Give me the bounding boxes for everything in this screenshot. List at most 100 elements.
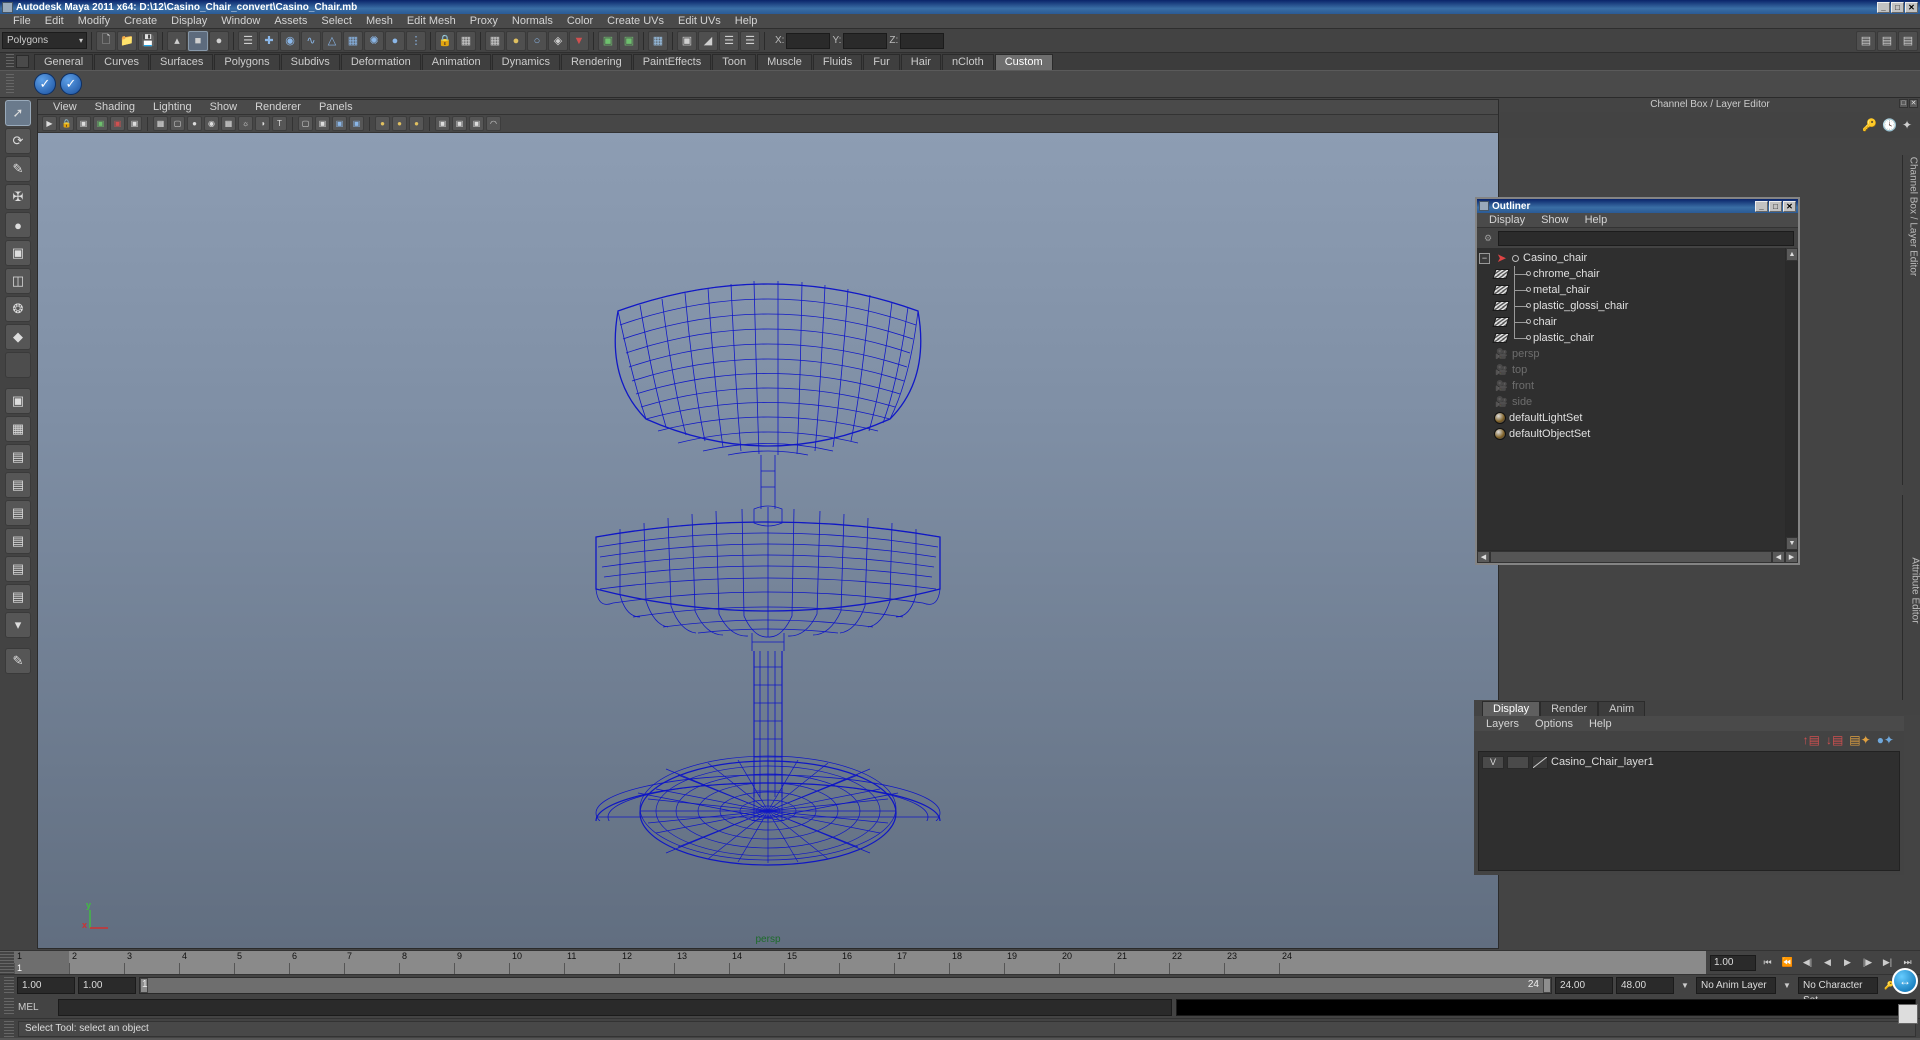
command-line-grip[interactable]: [4, 998, 14, 1016]
viewport-select-camera-icon[interactable]: ▶: [42, 116, 57, 131]
outliner-scroll-track[interactable]: [1786, 261, 1798, 537]
save-scene-icon[interactable]: 💾: [138, 30, 158, 51]
paint-select-tool[interactable]: ✎: [5, 156, 31, 182]
outliner-item-chair[interactable]: chair: [1477, 314, 1785, 330]
menu-item-display[interactable]: Display: [164, 14, 214, 29]
shelf-tab-subdivs[interactable]: Subdivs: [280, 54, 340, 70]
outliner-item-plastic-chair[interactable]: plastic_chair: [1477, 330, 1785, 346]
viewport-texture-icon[interactable]: ▦: [221, 116, 236, 131]
shelf-tab-rendering[interactable]: Rendering: [560, 54, 632, 70]
outliner-scroll-right-arrow-2[interactable]: ▶: [1785, 551, 1798, 563]
character-set-dropdown-arrow[interactable]: ▼: [1779, 981, 1795, 990]
layer-menu-help[interactable]: Help: [1581, 718, 1620, 730]
clock-icon[interactable]: 🕓: [1882, 118, 1897, 132]
play-backwards-button[interactable]: ◀: [1819, 955, 1836, 971]
selection-mode-dropdown[interactable]: Polygons: [2, 32, 87, 49]
viewport-render-icon[interactable]: ▣: [469, 116, 484, 131]
wand-icon[interactable]: ✦: [1902, 118, 1912, 132]
viewport-menu-shading[interactable]: Shading: [86, 101, 144, 113]
outliner-menu-display[interactable]: Display: [1481, 214, 1533, 226]
go-to-start-button[interactable]: ⏮: [1759, 955, 1776, 971]
command-language-label[interactable]: MEL: [18, 1002, 54, 1013]
snap-curve-icon[interactable]: ▦: [485, 30, 505, 51]
x-field[interactable]: [786, 32, 831, 49]
shelf-tab-custom[interactable]: Custom: [994, 54, 1053, 70]
move-tool[interactable]: ✠: [5, 184, 31, 210]
shelf-tab-surfaces[interactable]: Surfaces: [149, 54, 214, 70]
shelf-tab-polygons[interactable]: Polygons: [214, 54, 280, 70]
step-back-key-button[interactable]: ⏪: [1779, 955, 1796, 971]
snap-point-icon[interactable]: ●: [506, 30, 526, 51]
lock-key-icon[interactable]: 🔑: [1862, 118, 1877, 132]
menu-item-select[interactable]: Select: [314, 14, 359, 29]
menu-item-assets[interactable]: Assets: [267, 14, 314, 29]
menu-item-edit-uvs[interactable]: Edit UVs: [671, 14, 728, 29]
new-layer-icon[interactable]: ▤✦: [1849, 733, 1870, 747]
deformer-icon[interactable]: ▦: [343, 30, 363, 51]
scale-tool[interactable]: ▣: [5, 240, 31, 266]
misc-icon[interactable]: ⋮: [406, 30, 426, 51]
viewport-lock-camera-icon[interactable]: 🔒: [59, 116, 74, 131]
render-view-icon[interactable]: ▣: [598, 30, 618, 51]
outliner-icon[interactable]: ☰: [740, 30, 760, 51]
layer-state-toggle[interactable]: [1507, 755, 1529, 769]
layer-list[interactable]: V Casino_Chair_layer1: [1478, 751, 1900, 871]
viewport-smooth-shade-icon[interactable]: ●: [187, 116, 202, 131]
move-layer-up-icon[interactable]: ↑▤: [1803, 733, 1820, 747]
outliner-menu-help[interactable]: Help: [1577, 214, 1616, 226]
shelf-tab-hair[interactable]: Hair: [900, 54, 941, 70]
outliner-scroll-up-arrow[interactable]: ▲: [1786, 248, 1798, 261]
select-by-hierarchy-icon[interactable]: ▴: [167, 30, 187, 51]
menu-item-create-uvs[interactable]: Create UVs: [600, 14, 671, 29]
tool-placeholder[interactable]: [5, 352, 31, 378]
current-time-indicator[interactable]: 1: [14, 951, 69, 974]
snap-view-plane-icon[interactable]: ○: [527, 30, 547, 51]
close-button[interactable]: ✕: [1905, 1, 1918, 13]
outliner-expander[interactable]: −: [1479, 252, 1490, 264]
range-slider-grip[interactable]: [4, 976, 14, 995]
viewport-text-icon[interactable]: T: [272, 116, 287, 131]
graph-editor-icon[interactable]: ☰: [719, 30, 739, 51]
shelf-tab-animation[interactable]: Animation: [421, 54, 491, 70]
show-channel-box-icon[interactable]: ▤: [1856, 30, 1876, 51]
viewport-ipr-icon[interactable]: ▣: [452, 116, 467, 131]
rendering-icon[interactable]: ●: [385, 30, 405, 51]
anim-layer-selector[interactable]: No Anim Layer: [1696, 977, 1776, 994]
panel-undock-button[interactable]: □: [1899, 99, 1908, 108]
outliner-hscroll-track[interactable]: [1490, 551, 1772, 563]
layout-expand-icon[interactable]: ▾: [5, 612, 31, 638]
time-slider-grip[interactable]: [0, 951, 14, 974]
layer-row[interactable]: V Casino_Chair_layer1: [1482, 755, 1896, 769]
outliner-item-front[interactable]: 🎥 front: [1477, 378, 1785, 394]
last-tool-used[interactable]: ◆: [5, 324, 31, 350]
layout-four-view-icon[interactable]: ▦: [5, 416, 31, 442]
outliner-item-side[interactable]: 🎥 side: [1477, 394, 1785, 410]
y-field[interactable]: [843, 32, 888, 49]
outliner-scroll-left-arrow[interactable]: ◀: [1477, 551, 1490, 563]
shelf-tab-fluids[interactable]: Fluids: [812, 54, 863, 70]
layer-editor-tab-render[interactable]: Render: [1540, 701, 1599, 716]
open-scene-icon[interactable]: 📁: [117, 30, 137, 51]
anim-layer-dropdown-arrow[interactable]: ▼: [1677, 981, 1693, 990]
shelf-tab-deformation[interactable]: Deformation: [340, 54, 421, 70]
outliner-tree[interactable]: − ➤ Casino_chair chrome_chair metal_chair pla…: [1477, 248, 1785, 550]
shelf-items-grip[interactable]: [6, 74, 14, 94]
snap-live-icon[interactable]: ▼: [569, 30, 589, 51]
shelf-tab-muscle[interactable]: Muscle: [757, 54, 812, 70]
mask-menu-icon[interactable]: ☰: [238, 30, 258, 51]
rotate-tool[interactable]: ●: [5, 212, 31, 238]
new-scene-icon[interactable]: 🗋: [96, 30, 116, 51]
z-field[interactable]: [900, 32, 945, 49]
playback-start-time-field[interactable]: 1.00: [78, 977, 136, 994]
viewport-grid-icon[interactable]: ▦: [153, 116, 168, 131]
subscription-advantage-pack-icon[interactable]: ↔: [1892, 968, 1918, 994]
help-line-grip[interactable]: [4, 1020, 14, 1037]
outliner-item-chrome-chair[interactable]: chrome_chair: [1477, 266, 1785, 282]
menu-item-color[interactable]: Color: [560, 14, 600, 29]
dynamics-icon[interactable]: ✺: [364, 30, 384, 51]
magnet-icon[interactable]: ◈: [548, 30, 568, 51]
pivot-icon[interactable]: ◉: [280, 30, 300, 51]
viewport-shaded-wireframe-icon[interactable]: ◉: [204, 116, 219, 131]
anim-end-time-field[interactable]: 48.00: [1616, 977, 1674, 994]
outliner-vertical-scrollbar[interactable]: ▲ ▼: [1785, 248, 1798, 550]
